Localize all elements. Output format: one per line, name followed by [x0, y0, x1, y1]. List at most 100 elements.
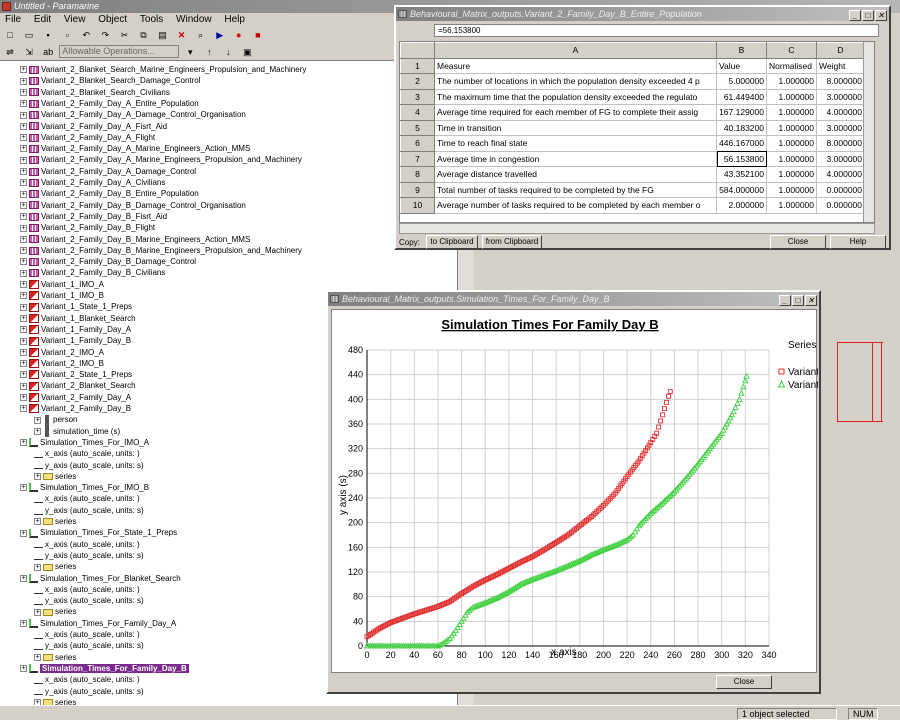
expand-icon[interactable]: +: [20, 620, 27, 628]
matrix-close-button[interactable]: Close: [770, 235, 826, 249]
table-cell[interactable]: 3.000000: [816, 88, 865, 105]
expand-icon[interactable]: +: [20, 405, 27, 413]
table-cell[interactable]: 1.000000: [766, 73, 817, 90]
close-icon[interactable]: ✕: [805, 295, 817, 306]
row-header[interactable]: 4: [400, 104, 435, 121]
redo-icon[interactable]: ↷: [98, 29, 112, 42]
tree-item[interactable]: + series: [34, 561, 76, 572]
tree-item[interactable]: + Variant_2_State_1_Preps: [20, 369, 132, 380]
tree-item[interactable]: + Variant_2_Family_Day_A_Damage_Control: [20, 166, 196, 177]
from-clipboard-button[interactable]: from Clipboard: [482, 235, 542, 249]
table-cell[interactable]: 2.000000: [716, 197, 767, 214]
tree-item[interactable]: y_axis (auto_scale, units: s): [34, 595, 144, 606]
tree-item[interactable]: x_axis (auto_scale, units: ): [34, 448, 140, 459]
expand-icon[interactable]: +: [20, 100, 27, 108]
table-cell[interactable]: 1.000000: [766, 197, 817, 214]
table-cell[interactable]: Value: [716, 57, 767, 74]
row-header[interactable]: 5: [400, 119, 435, 136]
matrix-window-titlebar[interactable]: Behavioural_Matrix_outputs.Variant_2_Fam…: [396, 7, 889, 21]
expand-icon[interactable]: +: [20, 88, 27, 96]
table-cell[interactable]: 5.000000: [716, 73, 767, 90]
tree-item[interactable]: + Variant_1_IMO_A: [20, 279, 104, 290]
tree-item[interactable]: + Variant_1_Blanket_Search: [20, 313, 136, 324]
paste-icon[interactable]: ▤: [156, 29, 170, 42]
expand-icon[interactable]: +: [20, 348, 27, 356]
text-icon[interactable]: ab: [41, 46, 55, 59]
menu-help[interactable]: Help: [219, 13, 250, 27]
table-cell[interactable]: 3.000000: [816, 150, 865, 167]
expand-icon[interactable]: +: [34, 416, 41, 424]
table-cell[interactable]: Average distance travelled: [434, 166, 717, 183]
table-cell[interactable]: Average time in congestion: [434, 150, 717, 167]
table-cell[interactable]: 8.000000: [816, 73, 865, 90]
tree-item[interactable]: + Variant_1_State_1_Preps: [20, 301, 132, 312]
find-icon[interactable]: ⌕: [194, 29, 208, 42]
down-arrow-icon[interactable]: ↓: [221, 46, 235, 59]
menu-edit[interactable]: Edit: [29, 13, 56, 27]
tree-item[interactable]: x_axis (auto_scale, units: ): [34, 539, 140, 550]
expand-icon[interactable]: +: [20, 66, 27, 74]
table-cell[interactable]: Time to reach final state: [434, 135, 717, 152]
tree-item[interactable]: + Variant_2_Family_Day_A_Marine_Engineers…: [20, 154, 302, 165]
tree-item[interactable]: + Simulation_Times_For_IMO_B: [20, 482, 149, 493]
row-header[interactable]: 1: [400, 57, 435, 74]
tree-item[interactable]: y_axis (auto_scale, units: s): [34, 460, 144, 471]
tree-item[interactable]: y_axis (auto_scale, units: s): [34, 550, 144, 561]
expand-icon[interactable]: +: [20, 439, 27, 447]
expand-icon[interactable]: +: [20, 190, 27, 198]
formula-bar[interactable]: =56.153800: [434, 24, 879, 37]
expand-icon[interactable]: +: [20, 258, 27, 266]
maximize-icon[interactable]: □: [792, 295, 804, 306]
chevron-down-icon[interactable]: ▾: [183, 46, 197, 59]
delete-icon[interactable]: ✕: [175, 29, 189, 42]
table-cell[interactable]: 43.352100: [716, 166, 767, 183]
tree-item[interactable]: + Variant_2_Family_Day_B_Damage_Control: [20, 256, 196, 267]
link-icon[interactable]: ⇌: [3, 46, 17, 59]
expand-icon[interactable]: +: [20, 168, 27, 176]
tree-item[interactable]: + Variant_2_Family_Day_A_Marine_Engineers…: [20, 143, 250, 154]
chart-window-titlebar[interactable]: Behavioural_Matrix_outputs.Simulation_Ti…: [328, 292, 819, 306]
tree-item[interactable]: + Variant_2_Family_Day_B_Marine_Engineers…: [20, 234, 250, 245]
tree-item[interactable]: y_axis (auto_scale, units: s): [34, 686, 144, 697]
tree-item[interactable]: + series: [34, 652, 76, 663]
table-cell[interactable]: The maximum time that the population den…: [434, 88, 717, 105]
column-header[interactable]: B: [716, 42, 767, 59]
table-cell[interactable]: 446.167000: [716, 135, 767, 152]
matrix-help-button[interactable]: Help: [830, 235, 886, 249]
expand-icon[interactable]: +: [20, 269, 27, 277]
lock-icon[interactable]: ▣: [240, 46, 254, 59]
expand-icon[interactable]: +: [20, 314, 27, 322]
tree-item[interactable]: + Variant_2_Family_Day_B_Fisrt_Aid: [20, 211, 167, 222]
table-cell[interactable]: Normalised: [766, 57, 817, 74]
table-cell[interactable]: Average time required for each member of…: [434, 104, 717, 121]
table-cell[interactable]: Weight: [816, 57, 865, 74]
menu-object[interactable]: Object: [93, 13, 132, 27]
tree-item[interactable]: + Variant_2_Family_Day_B_Civilians: [20, 267, 165, 278]
tree-item[interactable]: + series: [34, 697, 76, 705]
expand-icon[interactable]: +: [20, 529, 27, 537]
row-header[interactable]: 2: [400, 73, 435, 90]
table-cell[interactable]: 584.000000: [716, 181, 767, 198]
expand-icon[interactable]: +: [20, 213, 27, 221]
table-cell[interactable]: 1.000000: [766, 181, 817, 198]
expand-icon[interactable]: +: [20, 665, 27, 673]
tree-item[interactable]: + Variant_2_Family_Day_B_Flight: [20, 222, 155, 233]
expand-icon[interactable]: +: [34, 563, 41, 571]
menu-window[interactable]: Window: [171, 13, 217, 27]
tree-item[interactable]: + Variant_2_Family_Day_A_Damage_Control_O…: [20, 109, 246, 120]
chart-close-button[interactable]: Close: [716, 675, 772, 689]
save-icon[interactable]: ▪: [41, 29, 55, 42]
expand-icon[interactable]: +: [20, 303, 27, 311]
copy-icon[interactable]: ⧉: [136, 29, 150, 42]
expand-icon[interactable]: +: [20, 337, 27, 345]
to-clipboard-button[interactable]: to Clipboard: [426, 235, 478, 249]
table-cell[interactable]: 1.000000: [766, 88, 817, 105]
minimize-icon[interactable]: _: [849, 10, 861, 21]
grid-horizontal-scrollbar[interactable]: [399, 223, 875, 234]
expand-icon[interactable]: +: [20, 156, 27, 164]
table-cell[interactable]: 0.000000: [816, 197, 865, 214]
expand-icon[interactable]: +: [20, 382, 27, 390]
table-cell[interactable]: 8.000000: [816, 135, 865, 152]
expand-icon[interactable]: +: [20, 247, 27, 255]
expand-icon[interactable]: +: [20, 134, 27, 142]
